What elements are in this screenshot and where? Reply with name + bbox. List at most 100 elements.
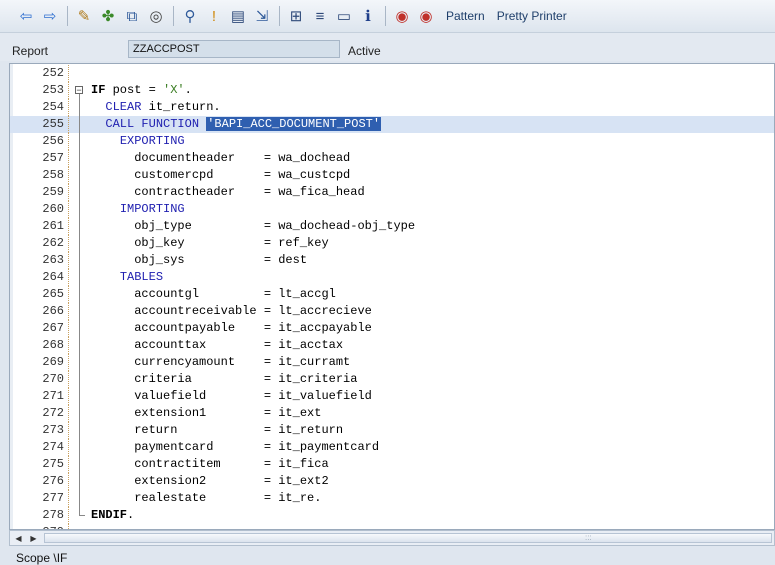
code-line[interactable]: 266 accountreceivable = lt_accrecieve [10, 303, 774, 320]
code-line[interactable]: 267 accountpayable = it_accpayable [10, 320, 774, 337]
keyword-token: ENDIF [91, 508, 128, 522]
code-line[interactable]: 256 EXPORTING [10, 133, 774, 150]
code-line[interactable]: 260 IMPORTING [10, 201, 774, 218]
scroll-left-icon[interactable]: ◀ [12, 532, 25, 544]
keyword-token: IMPORTING [119, 202, 185, 216]
code-line[interactable]: 261 obj_type = wa_dochead-obj_type [10, 218, 774, 235]
keyword-token: TABLES [119, 270, 164, 284]
line-number: 257 [42, 151, 64, 165]
gutter-separator [68, 286, 69, 303]
fold-guide-line [79, 94, 80, 515]
code-line[interactable]: 255 CALL FUNCTION 'BAPI_ACC_DOCUMENT_POS… [10, 116, 774, 133]
code-text: contractitem = it_fica [91, 456, 329, 473]
info-icon[interactable]: ℹ [358, 6, 378, 26]
gutter-separator [68, 269, 69, 286]
code-line[interactable]: 273 return = it_return [10, 422, 774, 439]
display-object-list-icon[interactable]: ▤ [228, 6, 248, 26]
code-line[interactable]: 270 criteria = it_criteria [10, 371, 774, 388]
line-number: 274 [42, 440, 64, 454]
collapse-block-icon[interactable]: − [75, 86, 83, 95]
code-line[interactable]: 259 contractheader = wa_fica_head [10, 184, 774, 201]
code-text: EXPORTING [91, 133, 185, 150]
code-text: currencyamount = it_curramt [91, 354, 350, 371]
line-number: 278 [42, 508, 64, 522]
scrollbar-thumb[interactable]: ::: [44, 533, 772, 543]
code-line[interactable]: 263 obj_sys = dest [10, 252, 774, 269]
gutter-separator [68, 422, 69, 439]
navigation-window-icon[interactable]: ⇲ [252, 6, 272, 26]
pattern-button[interactable]: Pattern [446, 9, 485, 23]
code-line[interactable]: 276 extension2 = it_ext2 [10, 473, 774, 490]
scope-indicator: Scope \IF [16, 551, 68, 565]
gutter-separator [68, 473, 69, 490]
set-breakpoint-icon[interactable]: ◉ [392, 6, 412, 26]
line-number: 262 [42, 236, 64, 250]
code-line[interactable]: 268 accounttax = it_acctax [10, 337, 774, 354]
line-number: 256 [42, 134, 64, 148]
code-token: accounttax = it_acctax [91, 338, 344, 352]
breakpoint-icon[interactable]: ! [204, 6, 224, 26]
code-token: contractitem = it_fica [91, 457, 329, 471]
code-line[interactable]: 257 documentheader = wa_dochead [10, 150, 774, 167]
code-line[interactable]: 269 currencyamount = it_curramt [10, 354, 774, 371]
line-number: 269 [42, 355, 64, 369]
keyword-token: EXPORTING [119, 134, 185, 148]
keyword-token: IF [91, 83, 106, 97]
code-token: customercpd = wa_custcpd [91, 168, 351, 182]
code-line[interactable]: 252 [10, 65, 774, 82]
horizontal-scrollbar[interactable]: ◀ ▶ ::: [9, 530, 775, 546]
code-line[interactable]: 278 ENDIF. [10, 507, 774, 524]
line-number: 277 [42, 491, 64, 505]
code-line[interactable]: 274 paymentcard = it_paymentcard [10, 439, 774, 456]
line-number: 270 [42, 372, 64, 386]
session-breakpoint-icon[interactable]: ◉ [416, 6, 436, 26]
code-text: CLEAR it_return. [91, 99, 220, 116]
code-text: accounttax = it_acctax [91, 337, 343, 354]
code-line[interactable]: 253 IF post = 'X'. [10, 82, 774, 99]
code-line[interactable]: 272 extension1 = it_ext [10, 405, 774, 422]
program-name-field[interactable]: ZZACCPOST [128, 40, 340, 58]
pretty-printer-button[interactable]: Pretty Printer [497, 9, 567, 23]
code-text: contractheader = wa_fica_head [91, 184, 364, 201]
code-text: IMPORTING [91, 201, 185, 218]
where-used-icon[interactable]: ⚲ [180, 6, 200, 26]
code-text: TABLES [91, 269, 163, 286]
gutter-separator [68, 320, 69, 337]
hierarchy-icon[interactable]: ⊞ [286, 6, 306, 26]
code-text: documentheader = wa_dochead [91, 150, 350, 167]
line-number: 253 [42, 83, 64, 97]
report-label: Report [12, 44, 49, 58]
back-arrow-icon[interactable]: ⇦ [16, 6, 36, 26]
line-number: 272 [42, 406, 64, 420]
code-line[interactable]: 258 customercpd = wa_custcpd [10, 167, 774, 184]
code-line[interactable]: 275 contractitem = it_fica [10, 456, 774, 473]
code-text: return = it_return [91, 422, 343, 439]
code-line[interactable]: 262 obj_key = ref_key [10, 235, 774, 252]
code-text: customercpd = wa_custcpd [91, 167, 350, 184]
layout-icon[interactable]: ▭ [334, 6, 354, 26]
activate-icon[interactable]: ◎ [146, 6, 166, 26]
code-line[interactable]: 277 realestate = it_re. [10, 490, 774, 507]
forward-arrow-icon[interactable]: ⇨ [40, 6, 60, 26]
check-syntax-icon[interactable]: ✤ [98, 6, 118, 26]
code-line[interactable]: 265 accountgl = lt_accgl [10, 286, 774, 303]
application-toolbar: ⇦ ⇨ ✎ ✤ ⧉ ◎ ⚲! ▤ ⇲ ⊞ ≡ ▭ ℹ ◉ ◉ Pattern Pretty Printer [0, 0, 775, 33]
other-object-icon[interactable]: ⧉ [122, 6, 142, 26]
code-token: currencyamount = it_curramt [91, 355, 351, 369]
code-editor[interactable]: 252 253 IF post = 'X'. 254 CLEAR it_return.… [9, 63, 775, 530]
keyword-token: CLEAR [105, 100, 142, 114]
code-line[interactable]: 254 CLEAR it_return. [10, 99, 774, 116]
toolbar-separator [173, 6, 174, 26]
gutter-separator [68, 507, 69, 524]
code-text: accountreceivable = lt_accrecieve [91, 303, 372, 320]
object-list-icon[interactable]: ≡ [310, 6, 330, 26]
scroll-right-icon[interactable]: ▶ [27, 532, 40, 544]
code-line[interactable]: 264 TABLES [10, 269, 774, 286]
code-line[interactable]: 271 valuefield = it_valuefield [10, 388, 774, 405]
edit-pencil-icon[interactable]: ✎ [74, 6, 94, 26]
gutter-separator [68, 150, 69, 167]
gutter-separator [68, 337, 69, 354]
status-bar: Scope \IF [0, 547, 775, 565]
